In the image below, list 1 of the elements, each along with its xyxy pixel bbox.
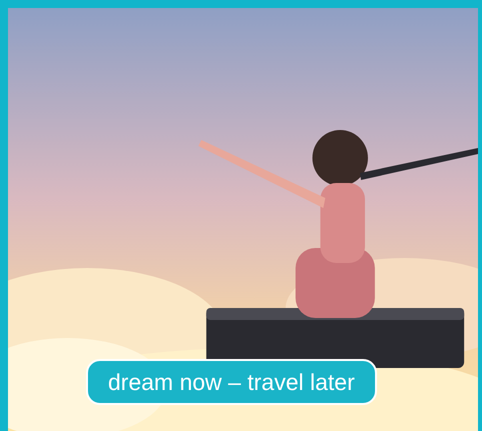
caption-label: dream now – travel later bbox=[86, 359, 377, 405]
